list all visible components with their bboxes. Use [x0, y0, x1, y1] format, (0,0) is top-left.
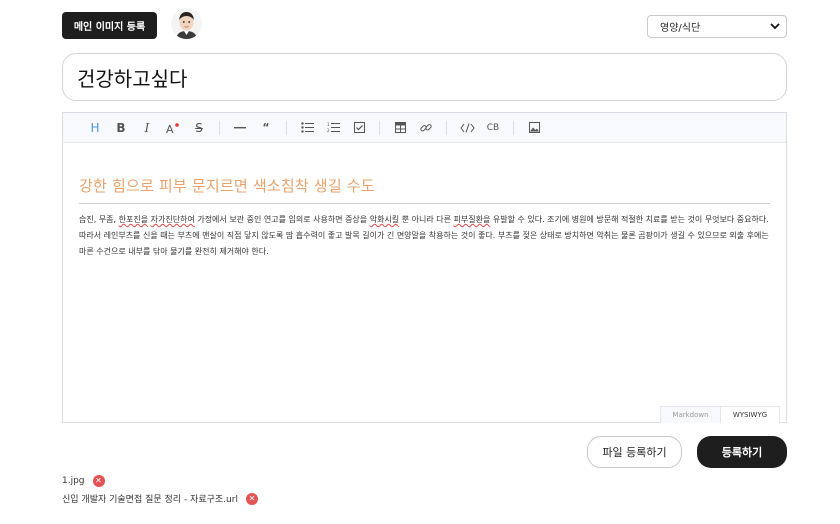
main-image-button[interactable]: 메인 이미지 등록	[62, 12, 157, 39]
category-select[interactable]: 영양/식단	[647, 15, 787, 38]
submit-button[interactable]: 등록하기	[697, 436, 787, 468]
category-selected-label: 영양/식단	[660, 23, 701, 34]
close-icon[interactable]: ✕	[92, 475, 105, 487]
content-paragraph: 습진, 무좀, 한포진을 자가진단하여 가정에서 보관 중인 연고를 임의로 사…	[79, 215, 769, 256]
file-item: 1.jpg ✕	[62, 475, 105, 487]
link-icon[interactable]	[414, 117, 438, 139]
quote-icon[interactable]: “	[254, 117, 278, 139]
avatar	[171, 8, 202, 39]
markdown-editor[interactable]: H B I A S “ 12 CB 강한 힘으로 피부 문지르면 색소침착 생길…	[62, 112, 787, 423]
image-icon[interactable]	[522, 117, 546, 139]
ol-icon[interactable]: 12	[321, 117, 345, 139]
ul-icon[interactable]	[295, 117, 319, 139]
codeblock-icon[interactable]: CB	[481, 117, 505, 139]
file-name: 1.jpg	[62, 476, 85, 486]
tab-markdown[interactable]: Markdown	[660, 407, 720, 423]
heading-icon[interactable]: H	[83, 117, 107, 139]
file-upload-button[interactable]: 파일 등록하기	[587, 436, 682, 468]
code-icon[interactable]	[455, 117, 479, 139]
text-color-icon[interactable]: A	[161, 117, 185, 139]
bold-icon[interactable]: B	[109, 117, 133, 139]
svg-text:2: 2	[327, 128, 330, 133]
svg-text:1: 1	[327, 122, 330, 127]
close-icon[interactable]: ✕	[245, 492, 258, 505]
content-heading: 강한 힘으로 피부 문지르면 색소침착 생길 수도	[79, 175, 770, 204]
file-item: 신입 개발자 기술면접 질문 정리 - 자료구조.url ✕	[62, 492, 258, 505]
strike-icon[interactable]: S	[187, 117, 211, 139]
editor-toolbar: H B I A S “ 12 CB	[63, 113, 786, 143]
tab-wysiwyg[interactable]: WYSIWYG	[720, 407, 780, 423]
title-input[interactable]: 건강하고싶다	[62, 53, 787, 101]
task-icon[interactable]	[347, 117, 371, 139]
person-icon	[176, 12, 197, 39]
italic-icon[interactable]: I	[135, 117, 159, 139]
file-name: 신입 개발자 기술면접 질문 정리 - 자료구조.url	[62, 495, 238, 505]
chevron-down-icon	[770, 23, 780, 30]
editor-content[interactable]: 강한 힘으로 피부 문지르면 색소침착 생길 수도 습진, 무좀, 한포진을 자…	[63, 143, 786, 406]
editor-mode-tabs: Markdown WYSIWYG	[660, 406, 780, 423]
hr-icon[interactable]	[228, 117, 252, 139]
svg-text:A: A	[166, 123, 174, 134]
table-icon[interactable]	[388, 117, 412, 139]
